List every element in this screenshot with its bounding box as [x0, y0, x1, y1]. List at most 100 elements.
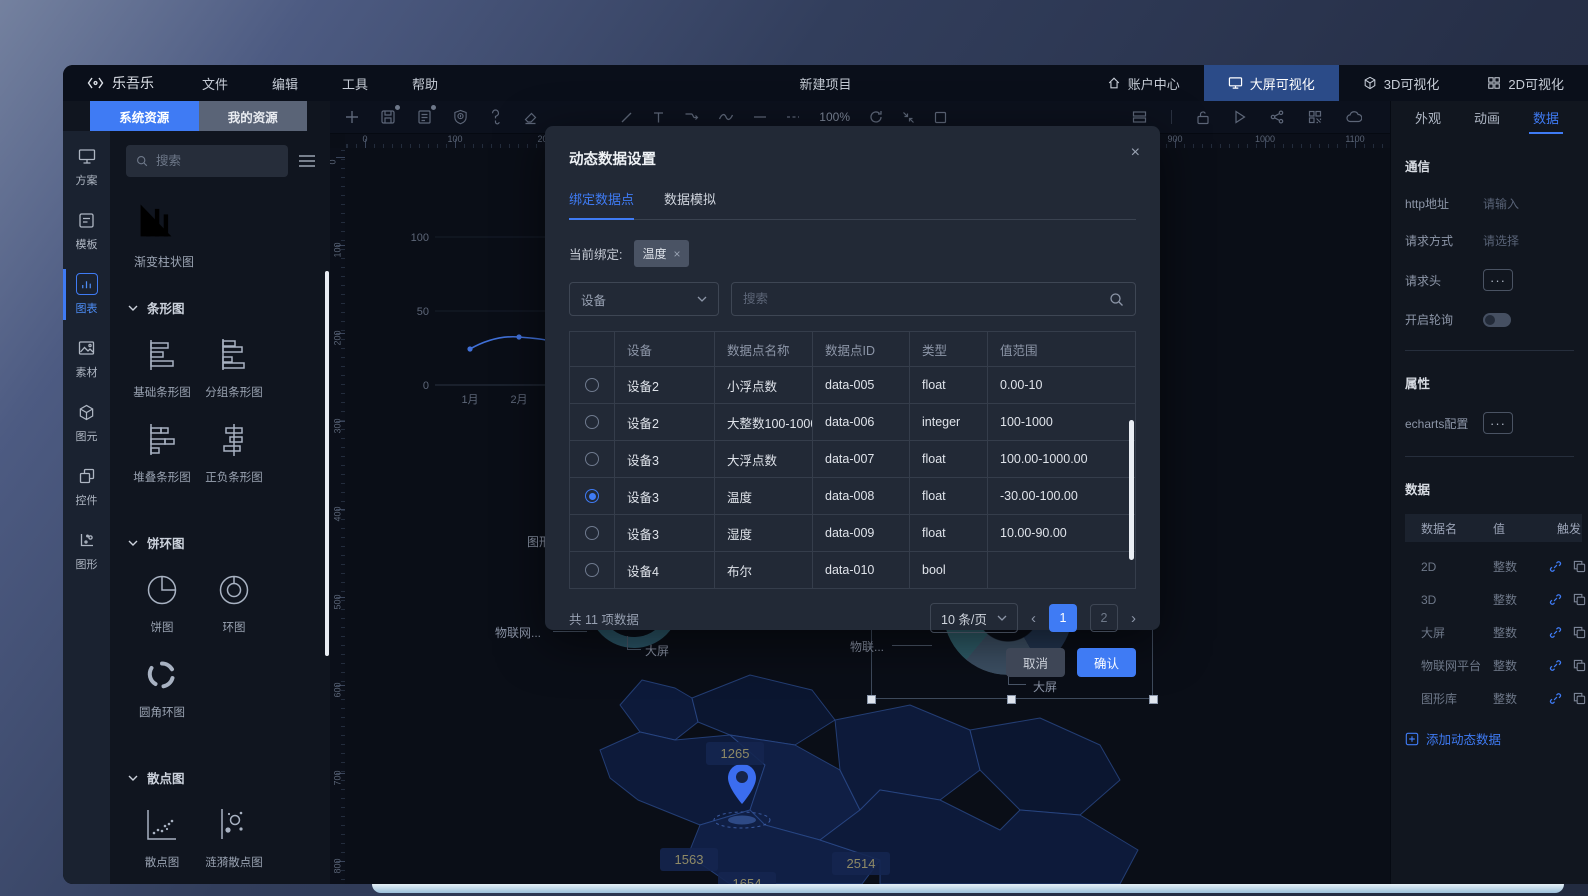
chart-item-gradient-bar[interactable]: 渐变柱状图 [134, 199, 194, 270]
resource-scrollbar[interactable] [325, 271, 329, 656]
echarts-config-edit-button[interactable]: ··· [1483, 412, 1513, 434]
request-method-select[interactable]: 请选择 [1483, 232, 1519, 249]
zoom-level[interactable]: 100% [819, 110, 850, 124]
row-radio[interactable] [585, 378, 599, 392]
tab-my-resources[interactable]: 我的资源 [199, 101, 308, 131]
search-input[interactable] [156, 154, 278, 168]
hook-help-icon[interactable] [489, 109, 502, 125]
row-radio[interactable] [585, 563, 599, 577]
tab-bind-datapoint[interactable]: 绑定数据点 [569, 189, 634, 219]
rail-item-charts[interactable]: 图表 [63, 273, 110, 316]
menu-tools[interactable]: 工具 [342, 74, 368, 93]
rail-item-elements[interactable]: 图元 [63, 401, 110, 444]
page-1-button[interactable]: 1 [1049, 604, 1077, 632]
row-radio[interactable] [585, 415, 599, 429]
text-tool-icon[interactable] [652, 111, 665, 124]
copy-icon[interactable] [1573, 593, 1586, 606]
connector-tool-icon[interactable] [684, 111, 699, 124]
rail-item-graphics[interactable]: 图形 [63, 529, 110, 572]
chart-item-donut[interactable]: 环图 [198, 570, 270, 635]
line-tool-icon[interactable] [620, 111, 633, 124]
fit-screen-icon[interactable] [902, 111, 915, 124]
chart-item-scatter[interactable]: 散点图 [126, 805, 198, 870]
confirm-button[interactable]: 确认 [1077, 648, 1136, 677]
rail-item-scheme[interactable]: 方案 [63, 145, 110, 188]
table-row[interactable]: 设备3大浮点数 data-007float 100.00-1000.00 [570, 440, 1135, 477]
prev-page-button[interactable]: ‹ [1031, 610, 1036, 627]
copy-icon[interactable] [1573, 626, 1586, 639]
unlock-icon[interactable] [1196, 110, 1210, 125]
http-address-field[interactable]: 请输入 [1483, 195, 1519, 212]
tab-data-simulation[interactable]: 数据模拟 [664, 189, 716, 219]
account-center-button[interactable]: 账户中心 [1083, 65, 1204, 101]
app-logo[interactable]: 乐吾乐 [63, 73, 154, 93]
link-icon[interactable] [1549, 659, 1562, 672]
mode-tab-2d[interactable]: 2D可视化 [1463, 65, 1588, 101]
cloud-icon[interactable] [1346, 111, 1362, 123]
table-row[interactable]: 设备3湿度 data-009float 10.00-90.00 [570, 514, 1135, 551]
row-radio[interactable] [585, 452, 599, 466]
share-icon[interactable] [1270, 110, 1284, 124]
row-radio-selected[interactable] [585, 489, 599, 503]
section-scatter-charts[interactable]: 散点图 [128, 768, 316, 787]
close-icon[interactable]: × [1131, 144, 1140, 162]
frame-icon[interactable] [934, 111, 947, 124]
copy-icon[interactable] [1573, 692, 1586, 705]
table-row[interactable]: 设备2大整数100-1000 data-006integer 100-1000 [570, 403, 1135, 440]
link-icon[interactable] [1549, 593, 1562, 606]
row-radio[interactable] [585, 526, 599, 540]
chart-item-pie[interactable]: 饼图 [126, 570, 198, 635]
link-icon[interactable] [1549, 626, 1562, 639]
next-page-button[interactable]: › [1131, 610, 1136, 627]
chart-item-rounded-donut[interactable]: 圆角环图 [126, 655, 198, 720]
copy-icon[interactable] [1573, 659, 1586, 672]
cancel-button[interactable]: 取消 [1006, 648, 1065, 677]
table-row-selected[interactable]: 设备3温度 data-008float -30.00-100.00 [570, 477, 1135, 514]
qr-code-icon[interactable] [1308, 110, 1322, 124]
section-pie-charts[interactable]: 饼环图 [128, 533, 316, 552]
rail-item-template[interactable]: 模板 [63, 209, 110, 252]
copy-icon[interactable] [1573, 560, 1586, 573]
page-2-button[interactable]: 2 [1090, 604, 1118, 632]
tab-appearance[interactable]: 外观 [1415, 101, 1441, 134]
chart-item-posneg-hbar[interactable]: 正负条形图 [198, 420, 270, 485]
menu-edit[interactable]: 编辑 [272, 74, 298, 93]
table-scrollbar[interactable] [1129, 420, 1134, 560]
polling-toggle[interactable] [1483, 313, 1511, 327]
remove-binding-icon[interactable]: × [674, 247, 681, 261]
table-row[interactable]: 设备2小浮点数 data-005float 0.00-10 [570, 366, 1135, 403]
chart-item-ripple-scatter[interactable]: 涟漪散点图 [198, 805, 270, 870]
chart-item-stacked-hbar[interactable]: 堆叠条形图 [126, 420, 198, 485]
layout-icon[interactable] [1132, 110, 1147, 124]
play-icon[interactable] [1234, 110, 1246, 124]
device-filter-select[interactable]: 设备 [569, 282, 719, 316]
tab-data[interactable]: 数据 [1533, 101, 1559, 134]
page-size-select[interactable]: 10 条/页 [930, 603, 1018, 633]
save-icon[interactable] [380, 109, 396, 125]
link-icon[interactable] [1549, 692, 1562, 705]
chart-item-grouped-hbar[interactable]: 分组条形图 [198, 335, 270, 400]
section-bar-charts[interactable]: 条形图 [128, 298, 316, 317]
eraser-icon[interactable] [523, 110, 538, 125]
tab-system-resources[interactable]: 系统资源 [90, 101, 199, 131]
mode-tab-3d[interactable]: 3D可视化 [1339, 65, 1464, 101]
menu-file[interactable]: 文件 [202, 74, 228, 93]
link-icon[interactable] [1549, 560, 1562, 573]
add-icon[interactable] [345, 110, 359, 124]
solid-line-icon[interactable] [753, 115, 767, 119]
datapoint-search-input[interactable] [743, 292, 1109, 306]
add-dynamic-data-button[interactable]: 添加动态数据 [1405, 729, 1588, 748]
menu-help[interactable]: 帮助 [412, 74, 438, 93]
rail-item-assets[interactable]: 素材 [63, 337, 110, 380]
line-chart-widget[interactable]: 100 50 0 1月 2月 [395, 193, 545, 408]
tab-animation[interactable]: 动画 [1474, 101, 1500, 134]
save-as-icon[interactable] [417, 109, 432, 125]
mode-tab-big-screen[interactable]: 大屏可视化 [1204, 65, 1339, 101]
resource-search[interactable] [126, 145, 288, 177]
request-header-edit-button[interactable]: ··· [1483, 269, 1513, 291]
list-layout-icon[interactable] [298, 154, 316, 168]
datapoint-search[interactable] [731, 282, 1136, 316]
shield-info-icon[interactable] [453, 109, 468, 125]
table-row[interactable]: 设备4布尔 data-010bool [570, 551, 1135, 588]
refresh-zoom-icon[interactable] [869, 110, 883, 124]
